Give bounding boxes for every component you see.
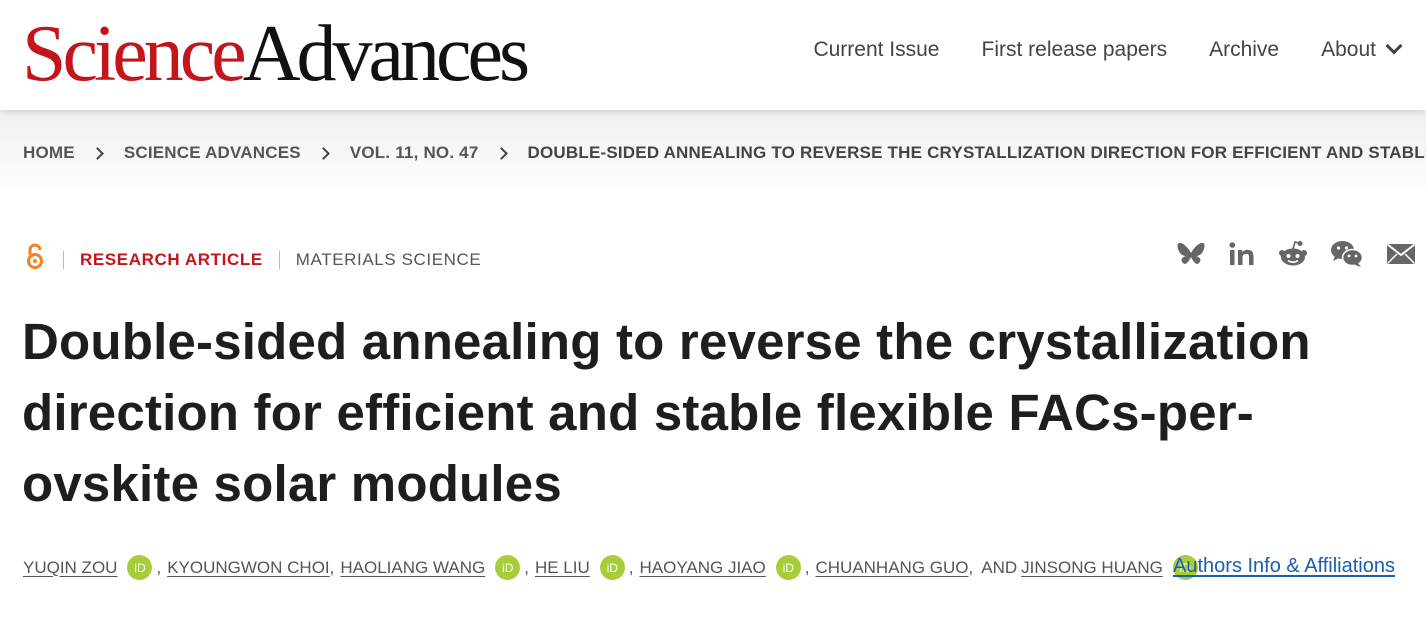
authors-affiliations-link[interactable]: Authors Info & Affiliations: [1173, 555, 1395, 578]
nav-about[interactable]: About: [1321, 37, 1403, 62]
chevron-right-icon: [90, 146, 104, 160]
nav-first-release-papers[interactable]: First release papers: [982, 38, 1168, 62]
article-title-line: Double-sided annealing to reverse the cr…: [22, 313, 1311, 370]
author-conjunction: AND: [981, 557, 1018, 577]
breadcrumb-issue[interactable]: VOL. 11, NO. 47: [350, 143, 479, 163]
open-access-icon: [23, 243, 47, 276]
orcid-icon[interactable]: iD: [127, 555, 153, 580]
orcid-icon[interactable]: iD: [495, 555, 521, 580]
site-logo[interactable]: Science Advances: [22, 10, 530, 98]
author-name[interactable]: YUQIN ZOU: [23, 558, 117, 578]
divider: [63, 250, 64, 269]
chevron-right-icon: [316, 146, 330, 160]
divider: [278, 250, 280, 269]
article-title-line: ovskite solar modules: [22, 455, 562, 512]
logo-advances-text: Advances: [242, 10, 530, 98]
author-name[interactable]: HAOYANG JIAO: [639, 558, 765, 578]
author-name[interactable]: KYOUNGWON CHOI: [167, 558, 329, 578]
bluesky-icon[interactable]: [1176, 241, 1206, 272]
share-bar: [1176, 240, 1416, 273]
breadcrumb-article: DOUBLE-SIDED ANNEALING TO REVERSE THE CR…: [527, 143, 1426, 162]
author-name[interactable]: HAOLIANG WANG: [340, 558, 485, 578]
author-name[interactable]: HE LIU: [535, 558, 590, 578]
chevron-down-icon: [1385, 37, 1403, 55]
main-nav: Current Issue First release papers Archi…: [813, 37, 1403, 62]
site-header: Science Advances Current Issue First rele…: [0, 0, 1426, 110]
author-name[interactable]: JINSONG HUANG: [1021, 558, 1163, 578]
chevron-right-icon: [494, 146, 508, 160]
reddit-icon[interactable]: [1278, 240, 1308, 273]
article-type: RESEARCH ARTICLE: [80, 249, 263, 269]
nav-about-label: About: [1321, 38, 1376, 61]
nav-archive[interactable]: Archive: [1209, 38, 1279, 62]
orcid-icon[interactable]: iD: [599, 555, 625, 580]
breadcrumb-home[interactable]: HOME: [23, 143, 75, 163]
article-title: Double-sided annealing to reverse the cr…: [22, 306, 1412, 519]
breadcrumb: HOME SCIENCE ADVANCES VOL. 11, NO. 47 DO…: [23, 143, 1426, 163]
email-icon[interactable]: [1386, 243, 1416, 270]
article-title-line: direction for efficient and stable flexi…: [22, 384, 1254, 441]
linkedin-icon[interactable]: [1228, 241, 1256, 272]
breadcrumb-journal[interactable]: SCIENCE ADVANCES: [124, 143, 301, 163]
nav-current-issue[interactable]: Current Issue: [813, 38, 939, 62]
orcid-icon[interactable]: iD: [775, 555, 801, 580]
author-list: YUQIN ZOU iD, KYOUNGWON CHOI, HAOLIANG W…: [23, 555, 1202, 580]
logo-science-text: Science: [22, 10, 247, 98]
author-name[interactable]: CHUANHANG GUO: [815, 558, 968, 578]
wechat-icon[interactable]: [1330, 240, 1364, 273]
article-subject[interactable]: MATERIALS SCIENCE: [296, 250, 482, 270]
article-meta: RESEARCH ARTICLE MATERIALS SCIENCE: [23, 243, 481, 276]
